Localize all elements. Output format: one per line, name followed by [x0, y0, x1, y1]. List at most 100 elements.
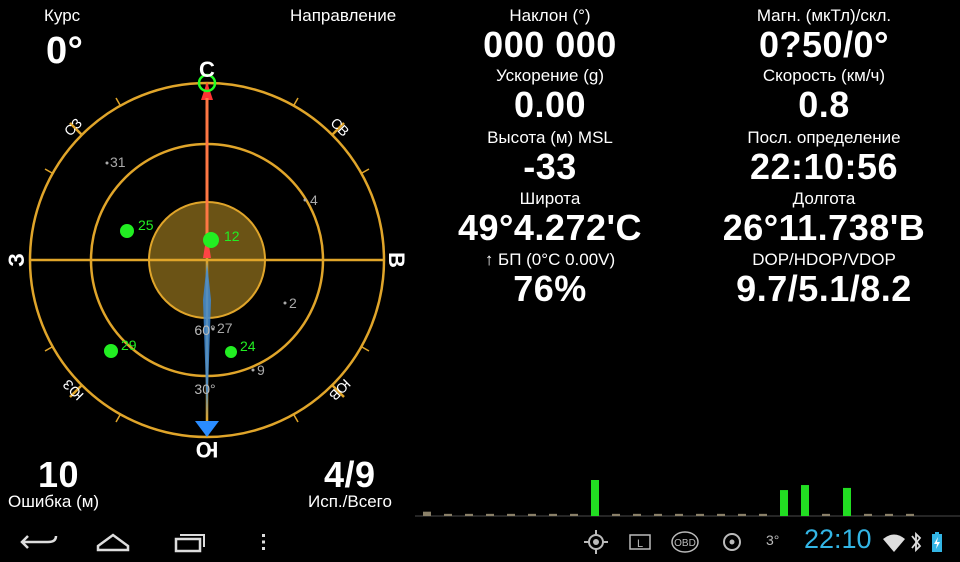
back-button[interactable]: [14, 526, 64, 558]
longitude-value: 26°11.738'В: [722, 207, 926, 248]
sky-view-compass[interactable]: С Ю В З СЗ СВ ЮЗ ЮВ 60° 30° 12 25 29 24 …: [0, 56, 415, 466]
satellite-dot[interactable]: [225, 346, 237, 358]
signal-bar: [633, 513, 641, 516]
signal-bar: [843, 487, 851, 516]
longitude-stat: Долгота 26°11.738'В: [704, 189, 944, 247]
satellite-label: 9: [257, 362, 265, 378]
satellite-label: 24: [240, 338, 256, 354]
last-fix-stat: Посл. определение 22:10:56: [704, 128, 944, 186]
dop-value: 9.7/5.1/8.2: [736, 268, 912, 309]
signal-bar: [570, 513, 578, 516]
home-button[interactable]: [88, 526, 138, 558]
cardinal-east: В: [384, 252, 409, 268]
signal-bar: [906, 513, 914, 516]
cardinal-west: З: [4, 253, 29, 267]
satellite-label: 4: [310, 192, 318, 208]
magnetic-value: 0?50/0°: [759, 24, 889, 65]
latitude-label: Широта: [519, 189, 581, 208]
longitude-label: Долгота: [792, 189, 856, 208]
l-app-icon[interactable]: L: [626, 528, 654, 556]
overflow-menu-icon: [262, 534, 265, 550]
cardinal-north: С: [199, 57, 215, 82]
recent-apps-button[interactable]: [164, 526, 214, 558]
tilt-stat: Наклон (°) 000 000: [430, 6, 670, 64]
battery-stat: ↑ БП (0°С 0.00V) 76%: [430, 250, 670, 308]
magnetic-label: Магн. (мкТл)/скл.: [756, 6, 892, 25]
signal-bar: [612, 513, 620, 516]
satellite-dot[interactable]: [283, 301, 287, 305]
elevation-label-30: 30°: [194, 381, 215, 397]
obd-label: OBD: [674, 538, 696, 549]
menu-button[interactable]: [240, 526, 290, 558]
magnetic-stat: Магн. (мкТл)/скл. 0?50/0°: [704, 6, 944, 64]
l-app-label: L: [637, 538, 643, 550]
signal-bar: [822, 513, 830, 516]
satellite-dot[interactable]: [104, 344, 118, 358]
tilt-label: Наклон (°): [509, 6, 591, 25]
satellite-dot[interactable]: [120, 224, 134, 238]
satellite-label: 29: [121, 337, 137, 353]
latitude-stat: Широта 49°4.272'С: [430, 189, 670, 247]
signal-bar: [486, 513, 494, 516]
course-label: Курс: [44, 6, 81, 25]
satellites-count-label: Исп./Всего: [308, 492, 392, 511]
signal-bar: [675, 513, 683, 516]
battery-charging-icon: [932, 532, 942, 552]
last-fix-value: 22:10:56: [749, 146, 899, 187]
satellite-label: 27: [217, 320, 233, 336]
battery-label: ↑ БП (0°С 0.00V): [484, 250, 616, 269]
satellite-label: 31: [110, 154, 126, 170]
cardinal-south: Ю: [196, 437, 219, 462]
signal-bar: [423, 511, 431, 516]
signal-bar: [717, 513, 725, 516]
temperature-indicator: 3°: [766, 532, 780, 548]
signal-bar: [885, 513, 893, 516]
acceleration-stat: Ускорение (g) 0.00: [430, 66, 670, 124]
altitude-stat: Высота (м) MSL -33: [430, 128, 670, 186]
speed-value: 0.8: [798, 84, 850, 125]
bluetooth-icon: [911, 531, 922, 553]
home-icon: [96, 533, 130, 552]
intercardinal-ne: СВ: [327, 114, 352, 139]
intercardinal-sw: ЮЗ: [59, 376, 86, 403]
last-fix-label: Посл. определение: [747, 128, 901, 147]
satellite-dot[interactable]: [211, 327, 215, 331]
gps-target-icon[interactable]: [582, 528, 610, 556]
signal-bar: [507, 513, 515, 516]
satellites-count-value: 4/9: [324, 454, 376, 495]
signal-bar: [696, 513, 704, 516]
back-icon: [20, 535, 58, 549]
altitude-label: Высота (м) MSL: [487, 128, 613, 147]
signal-bar: [864, 513, 872, 516]
satellite-dot[interactable]: [105, 161, 109, 165]
acceleration-value: 0.00: [513, 84, 587, 125]
signal-bar: [780, 490, 788, 516]
signal-bar: [549, 513, 557, 516]
satellite-dot[interactable]: [303, 198, 307, 202]
signal-bar: [444, 513, 452, 516]
direction-label: Направление: [290, 6, 397, 25]
signal-bar: [591, 480, 599, 516]
signal-bar: [465, 513, 473, 516]
signal-strength-bars: [415, 480, 960, 517]
satellite-dot[interactable]: [203, 232, 219, 248]
dop-label: DOP/HDOP/VDOP: [752, 250, 896, 269]
satellite-label: 25: [138, 217, 154, 233]
signal-bar: [738, 513, 746, 516]
error-label: Ошибка (м): [8, 492, 100, 511]
recent-apps-icon: [174, 537, 202, 553]
speed-stat: Скорость (км/ч) 0.8: [704, 66, 944, 124]
error-value: 10: [38, 454, 80, 495]
signal-bar: [801, 485, 809, 516]
wifi-icon: [883, 534, 905, 552]
signal-bar: [528, 513, 536, 516]
signal-bar: [654, 513, 662, 516]
record-icon[interactable]: [718, 528, 746, 556]
status-clock: 22:10: [804, 524, 872, 554]
obd-icon[interactable]: OBD: [670, 528, 700, 556]
south-marker-triangle: [195, 421, 219, 437]
speed-label: Скорость (км/ч): [762, 66, 886, 85]
satellite-dot[interactable]: [251, 368, 255, 372]
satellite-label: 2: [289, 295, 297, 311]
satellite-label: 12: [224, 228, 240, 244]
